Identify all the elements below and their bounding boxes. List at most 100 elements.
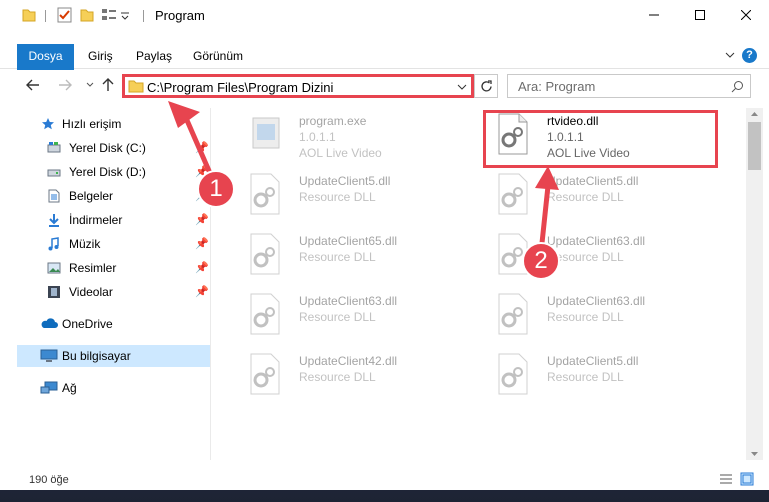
sidebar-item-network[interactable]: Ağ bbox=[17, 377, 210, 399]
step-2-badge: 2 bbox=[522, 242, 560, 280]
music-icon bbox=[48, 237, 59, 251]
file-name: UpdateClient5.dll bbox=[299, 174, 391, 188]
sidebar-item-pictures[interactable]: Resimler 📌 bbox=[17, 257, 210, 279]
minimize-button[interactable] bbox=[631, 0, 677, 30]
pin-icon[interactable]: 📌 bbox=[195, 285, 209, 298]
file-item[interactable]: UpdateClient63.dll Resource DLL bbox=[235, 288, 465, 348]
file-item[interactable]: UpdateClient65.dll Resource DLL bbox=[235, 228, 465, 288]
sidebar-item-this-pc[interactable]: Bu bilgisayar bbox=[17, 345, 210, 367]
file-name: UpdateClient5.dll bbox=[547, 354, 639, 368]
sidebar-item-label: Videolar bbox=[69, 285, 113, 299]
details-view-icon[interactable] bbox=[719, 473, 733, 485]
minimize-icon bbox=[649, 14, 659, 16]
address-bar[interactable]: C:\Program Files\Program Dizini bbox=[122, 74, 474, 98]
refresh-button[interactable] bbox=[474, 74, 498, 98]
search-placeholder: Ara: Program bbox=[518, 79, 596, 94]
file-description: Resource DLL bbox=[299, 310, 376, 324]
pin-icon[interactable]: 📌 bbox=[195, 261, 209, 274]
explorer-window: Program Dosya Giriş Paylaş Görünüm ? C:\… bbox=[0, 0, 769, 490]
separator bbox=[45, 10, 46, 22]
file-name: program.exe bbox=[299, 114, 367, 128]
star-icon bbox=[42, 118, 54, 130]
pin-icon[interactable]: 📌 bbox=[195, 213, 209, 226]
navigation-pane: Hızlı erişim Yerel Disk (C:) 📌 Yerel Dis… bbox=[17, 108, 210, 460]
download-icon bbox=[49, 214, 59, 227]
pane-divider[interactable] bbox=[210, 108, 211, 460]
file-list: program.exe 1.0.1.1 AOL Live Video rtvid… bbox=[215, 108, 745, 460]
file-name: UpdateClient63.dll bbox=[299, 294, 398, 308]
sidebar-item-videos[interactable]: Videolar 📌 bbox=[17, 281, 210, 303]
forward-icon[interactable] bbox=[58, 78, 72, 92]
sidebar-item-onedrive[interactable]: OneDrive bbox=[17, 313, 210, 335]
properties-icon[interactable] bbox=[57, 7, 73, 23]
sidebar-item-label: Müzik bbox=[69, 237, 101, 251]
sidebar-item-music[interactable]: Müzik 📌 bbox=[17, 233, 210, 255]
search-icon bbox=[731, 81, 743, 93]
help-button[interactable]: ? bbox=[742, 48, 757, 63]
address-path: C:\Program Files\Program Dizini bbox=[147, 80, 334, 95]
exe-file-icon bbox=[252, 117, 280, 149]
title-bar: Program bbox=[0, 0, 769, 30]
customize-dropdown-icon[interactable] bbox=[120, 12, 130, 20]
file-description: Resource DLL bbox=[547, 310, 624, 324]
pin-icon[interactable]: 📌 bbox=[195, 237, 209, 250]
back-icon[interactable] bbox=[26, 78, 40, 92]
close-button[interactable] bbox=[723, 0, 769, 30]
drive-icon bbox=[47, 169, 61, 177]
pin-icon[interactable]: 📌 bbox=[195, 141, 209, 154]
chevron-down-icon[interactable] bbox=[457, 83, 467, 91]
file-description: AOL Live Video bbox=[299, 146, 382, 160]
file-item[interactable]: UpdateClient63.dll Resource DLL bbox=[483, 228, 713, 288]
file-name: UpdateClient65.dll bbox=[299, 234, 398, 248]
file-description: Resource DLL bbox=[299, 190, 376, 204]
ribbon-tabs: Dosya Giriş Paylaş Görünüm ? bbox=[0, 44, 769, 104]
file-item[interactable]: UpdateClient63.dll Resource DLL bbox=[483, 288, 713, 348]
cloud-icon bbox=[41, 318, 58, 328]
sidebar-item-label: Belgeler bbox=[69, 189, 114, 203]
file-item[interactable]: UpdateClient5.dll Resource DLL bbox=[483, 348, 713, 408]
tab-share[interactable]: Paylaş bbox=[136, 44, 172, 68]
file-version: 1.0.1.1 bbox=[299, 130, 336, 144]
network-icon bbox=[40, 381, 58, 394]
sidebar-item-local-disk-d[interactable]: Yerel Disk (D:) 📌 bbox=[17, 161, 210, 183]
sidebar-item-downloads[interactable]: İndirmeler 📌 bbox=[17, 209, 210, 231]
file-description: Resource DLL bbox=[547, 190, 624, 204]
sidebar-item-label: Resimler bbox=[69, 261, 117, 275]
chevron-down-icon[interactable] bbox=[725, 50, 735, 60]
file-item[interactable]: UpdateClient5.dll Resource DLL bbox=[235, 168, 465, 228]
scroll-up-icon[interactable] bbox=[750, 111, 759, 117]
up-icon[interactable] bbox=[101, 78, 115, 92]
maximize-button[interactable] bbox=[677, 0, 723, 30]
address-row: C:\Program Files\Program Dizini Ara: Pro… bbox=[0, 70, 769, 104]
scroll-down-icon[interactable] bbox=[750, 451, 759, 457]
sidebar-item-label: Ağ bbox=[62, 381, 77, 395]
search-input[interactable]: Ara: Program bbox=[507, 74, 751, 98]
vertical-scrollbar[interactable] bbox=[746, 108, 763, 460]
tab-home[interactable]: Giriş bbox=[88, 44, 113, 68]
recent-locations-icon[interactable] bbox=[86, 82, 94, 88]
status-bar: 190 öğe bbox=[0, 468, 769, 490]
scrollbar-thumb[interactable] bbox=[748, 122, 761, 170]
sidebar-item-documents[interactable]: Belgeler 📌 bbox=[17, 185, 210, 207]
dll-file-icon bbox=[250, 293, 280, 335]
documents-icon bbox=[48, 189, 60, 203]
maximize-icon bbox=[695, 10, 705, 20]
file-item[interactable]: UpdateClient42.dll Resource DLL bbox=[235, 348, 465, 408]
folder-icon[interactable] bbox=[22, 7, 36, 23]
sidebar-item-quick-access[interactable]: Hızlı erişim bbox=[17, 113, 210, 135]
file-description: Resource DLL bbox=[299, 370, 376, 384]
large-icons-view-icon[interactable] bbox=[740, 472, 754, 486]
new-folder-icon[interactable] bbox=[80, 7, 94, 23]
file-description: Resource DLL bbox=[547, 370, 624, 384]
file-name: UpdateClient63.dll bbox=[547, 294, 646, 308]
dll-file-icon bbox=[250, 353, 280, 395]
sidebar-item-label: Hızlı erişim bbox=[62, 117, 122, 131]
file-item[interactable]: program.exe 1.0.1.1 AOL Live Video bbox=[235, 108, 465, 168]
file-name: UpdateClient63.dll bbox=[547, 234, 646, 248]
tab-view[interactable]: Görünüm bbox=[193, 44, 243, 68]
file-item[interactable]: UpdateClient5.dll Resource DLL bbox=[483, 168, 713, 228]
dll-file-icon bbox=[498, 353, 528, 395]
sidebar-item-local-disk-c[interactable]: Yerel Disk (C:) 📌 bbox=[17, 137, 210, 159]
dll-file-icon bbox=[250, 233, 280, 275]
view-options-icon[interactable] bbox=[101, 7, 117, 23]
